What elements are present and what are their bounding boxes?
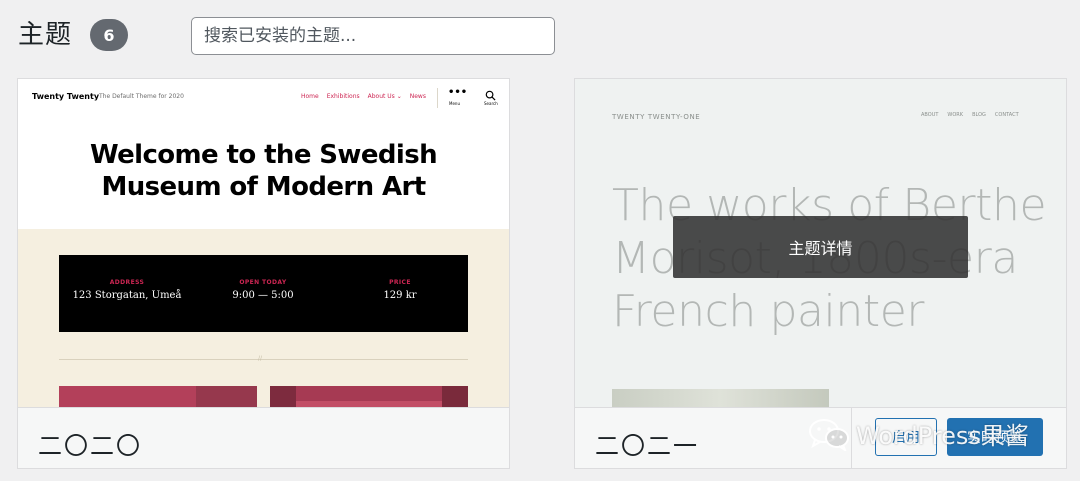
preview-site-title: TWENTY TWENTY-ONE [612, 113, 701, 121]
preview-image [612, 389, 829, 407]
theme-name: 二〇二一 [595, 432, 699, 460]
separator-mark-icon: // [258, 355, 263, 362]
theme-name-bar: 二〇二〇 [18, 407, 509, 468]
theme-card-twenty-twenty[interactable]: Twenty Twenty The Default Theme for 2020… [17, 78, 510, 469]
preview-headline-line: Welcome to the Swedish [89, 140, 438, 170]
theme-details-button[interactable]: 主题详情 [673, 216, 968, 278]
theme-name: 二〇二〇 [38, 432, 142, 460]
preview-body: ADDRESS 123 Storgatan, Umeå OPEN TODAY 9… [18, 229, 509, 407]
preview-nav-item: Exhibitions [326, 93, 360, 100]
info-value: 123 Storgatan, Umeå [72, 290, 182, 301]
preview-image-shade [270, 386, 296, 407]
preview-nav: Home Exhibitions About Us ⌄ News [301, 93, 426, 100]
preview-headline-line: Museum of Modern Art [101, 172, 426, 202]
info-value: 129 kr [383, 290, 417, 301]
info-label: ADDRESS [109, 279, 145, 286]
preview-nav-item: BLOG [972, 112, 986, 118]
watermark-text: WordPress果酱 [856, 422, 1029, 450]
preview-header: Twenty Twenty The Default Theme for 2020… [18, 79, 509, 229]
theme-screenshot[interactable]: Twenty Twenty The Default Theme for 2020… [18, 79, 509, 407]
search-installed-themes-input[interactable] [191, 17, 555, 55]
page-title: 主题 [18, 20, 73, 50]
search-icon [485, 90, 496, 101]
preview-nav-item: Home [301, 93, 319, 100]
preview-site-description: The Default Theme for 2020 [99, 93, 184, 100]
theme-card-twenty-twenty-one[interactable]: TWENTY TWENTY-ONE ABOUT WORK BLOG CONTAC… [574, 78, 1067, 469]
preview-menu-label: Menu [449, 101, 460, 106]
preview-divider [437, 88, 438, 108]
watermark: WordPress果酱 [808, 416, 1029, 451]
preview-nav-item: CONTACT [994, 112, 1019, 118]
theme-count-badge: 6 [90, 19, 128, 51]
wechat-icon [809, 418, 849, 451]
theme-screenshot[interactable]: TWENTY TWENTY-ONE ABOUT WORK BLOG CONTAC… [575, 79, 1066, 407]
info-label: PRICE [389, 279, 411, 286]
preview-info-block: ADDRESS 123 Storgatan, Umeå OPEN TODAY 9… [59, 255, 468, 332]
info-label: OPEN TODAY [239, 279, 287, 286]
preview-image-shade [196, 386, 257, 407]
preview-nav-item: ABOUT [921, 112, 939, 118]
preview-nav-item: News [409, 93, 426, 100]
preview-image-shade [442, 386, 468, 407]
preview-separator [59, 359, 468, 360]
preview-nav-item: WORK [947, 112, 964, 118]
info-column-hours: OPEN TODAY 9:00 — 5:00 [195, 279, 331, 301]
info-column-price: PRICE 129 kr [332, 279, 468, 301]
preview-nav-item: About Us ⌄ [367, 93, 402, 100]
preview-headline: Welcome to the Swedish Museum of Modern … [18, 139, 509, 203]
preview-site-title: Twenty Twenty [32, 92, 100, 101]
info-value: 9:00 — 5:00 [232, 290, 294, 301]
preview-search-label: Search [484, 101, 498, 106]
menu-dots-icon: ••• [448, 87, 468, 98]
info-column-address: ADDRESS 123 Storgatan, Umeå [59, 279, 195, 301]
preview-nav: ABOUT WORK BLOG CONTACT [921, 112, 1019, 118]
